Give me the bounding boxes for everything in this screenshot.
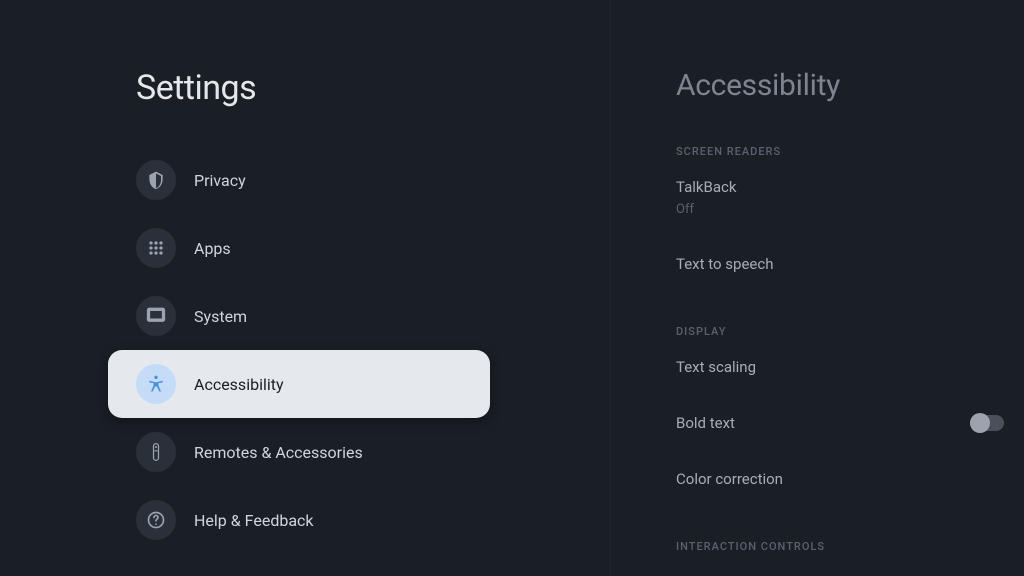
detail-item-title: Text scaling bbox=[676, 358, 756, 376]
menu-item-help[interactable]: Help & Feedback bbox=[0, 486, 610, 554]
detail-item-bold-text[interactable]: Bold text bbox=[676, 414, 1004, 432]
settings-title: Settings bbox=[136, 68, 610, 108]
detail-item-title: Text to speech bbox=[676, 255, 773, 273]
detail-item-talkback[interactable]: TalkBack Off bbox=[676, 178, 1004, 217]
settings-menu-list: Privacy Apps System Accessibility Remote bbox=[0, 146, 610, 554]
menu-label: Apps bbox=[194, 239, 231, 258]
detail-item-text: TalkBack Off bbox=[676, 178, 737, 217]
menu-item-accessibility[interactable]: Accessibility bbox=[108, 350, 490, 418]
detail-item-text-scaling[interactable]: Text scaling bbox=[676, 358, 1004, 376]
detail-item-text: Text to speech bbox=[676, 255, 773, 273]
detail-item-color-correction[interactable]: Color correction bbox=[676, 470, 1004, 488]
menu-label: Accessibility bbox=[194, 375, 284, 394]
grid-icon bbox=[136, 228, 176, 268]
detail-item-text: Text scaling bbox=[676, 358, 756, 376]
menu-label: Privacy bbox=[194, 171, 246, 190]
detail-title: Accessibility bbox=[676, 68, 1004, 103]
menu-item-system[interactable]: System bbox=[0, 282, 610, 350]
menu-item-privacy[interactable]: Privacy bbox=[0, 146, 610, 214]
menu-label: System bbox=[194, 307, 247, 326]
help-icon bbox=[136, 500, 176, 540]
detail-item-subtitle: Off bbox=[676, 202, 737, 217]
detail-item-title: Color correction bbox=[676, 470, 783, 488]
settings-sidebar: Settings Privacy Apps System Accessibili… bbox=[0, 0, 610, 576]
accessibility-icon bbox=[136, 364, 176, 404]
detail-item-title: TalkBack bbox=[676, 178, 737, 196]
monitor-icon bbox=[136, 296, 176, 336]
shield-icon bbox=[136, 160, 176, 200]
menu-item-remotes[interactable]: Remotes & Accessories bbox=[0, 418, 610, 486]
menu-item-apps[interactable]: Apps bbox=[0, 214, 610, 282]
detail-item-text-to-speech[interactable]: Text to speech bbox=[676, 255, 1004, 273]
section-header-display: Display bbox=[676, 325, 1004, 338]
section-header-interaction: Interaction controls bbox=[676, 540, 1004, 553]
detail-panel: Accessibility Screen readers TalkBack Of… bbox=[610, 0, 1024, 576]
detail-item-text: Color correction bbox=[676, 470, 783, 488]
bold-text-toggle[interactable] bbox=[970, 415, 1004, 431]
remote-icon bbox=[136, 432, 176, 472]
menu-label: Remotes & Accessories bbox=[194, 443, 363, 462]
section-header-screen-readers: Screen readers bbox=[676, 145, 1004, 158]
detail-item-title: Bold text bbox=[676, 414, 735, 432]
menu-label: Help & Feedback bbox=[194, 511, 314, 530]
detail-item-text: Bold text bbox=[676, 414, 735, 432]
